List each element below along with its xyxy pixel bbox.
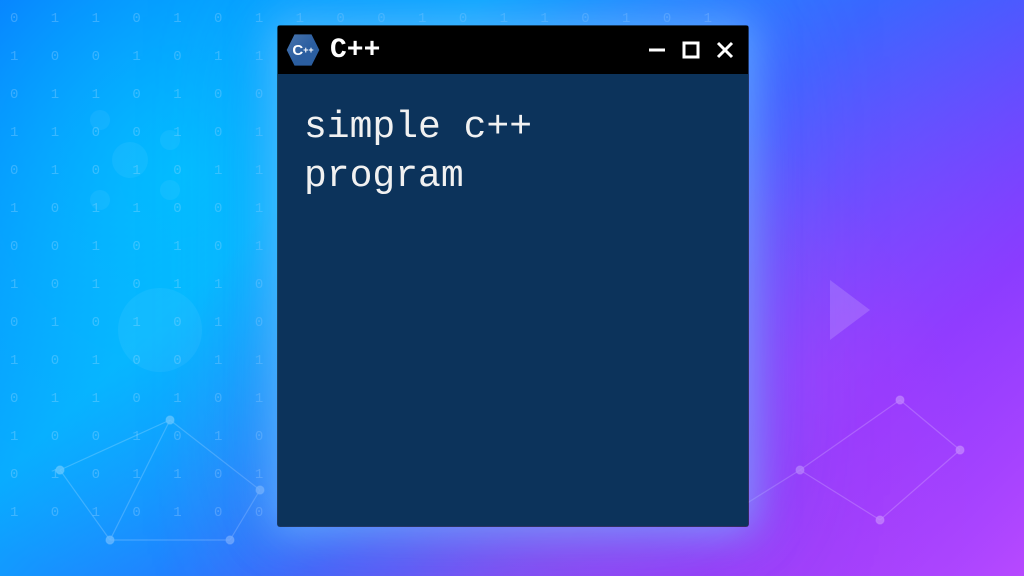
minimize-button[interactable] — [644, 37, 670, 63]
wallpaper: 0 1 1 0 1 0 1 1 0 0 1 0 1 1 0 1 0 1 1 0 … — [0, 0, 1024, 576]
terminal-client-area[interactable]: simple c++ program — [278, 74, 748, 526]
terminal-window: C++ C++ simple c++ program — [278, 26, 748, 526]
maximize-icon — [681, 40, 701, 60]
window-controls — [644, 37, 738, 63]
window-title: C++ — [330, 35, 634, 66]
titlebar[interactable]: C++ C++ — [278, 26, 748, 74]
close-icon — [714, 39, 736, 61]
maximize-button[interactable] — [678, 37, 704, 63]
terminal-text: simple c++ program — [304, 104, 722, 201]
close-button[interactable] — [712, 37, 738, 63]
cpp-logo-icon: C++ — [286, 33, 320, 67]
logo-plus: ++ — [303, 47, 314, 54]
logo-letter: C — [292, 42, 302, 59]
minimize-icon — [647, 40, 667, 60]
